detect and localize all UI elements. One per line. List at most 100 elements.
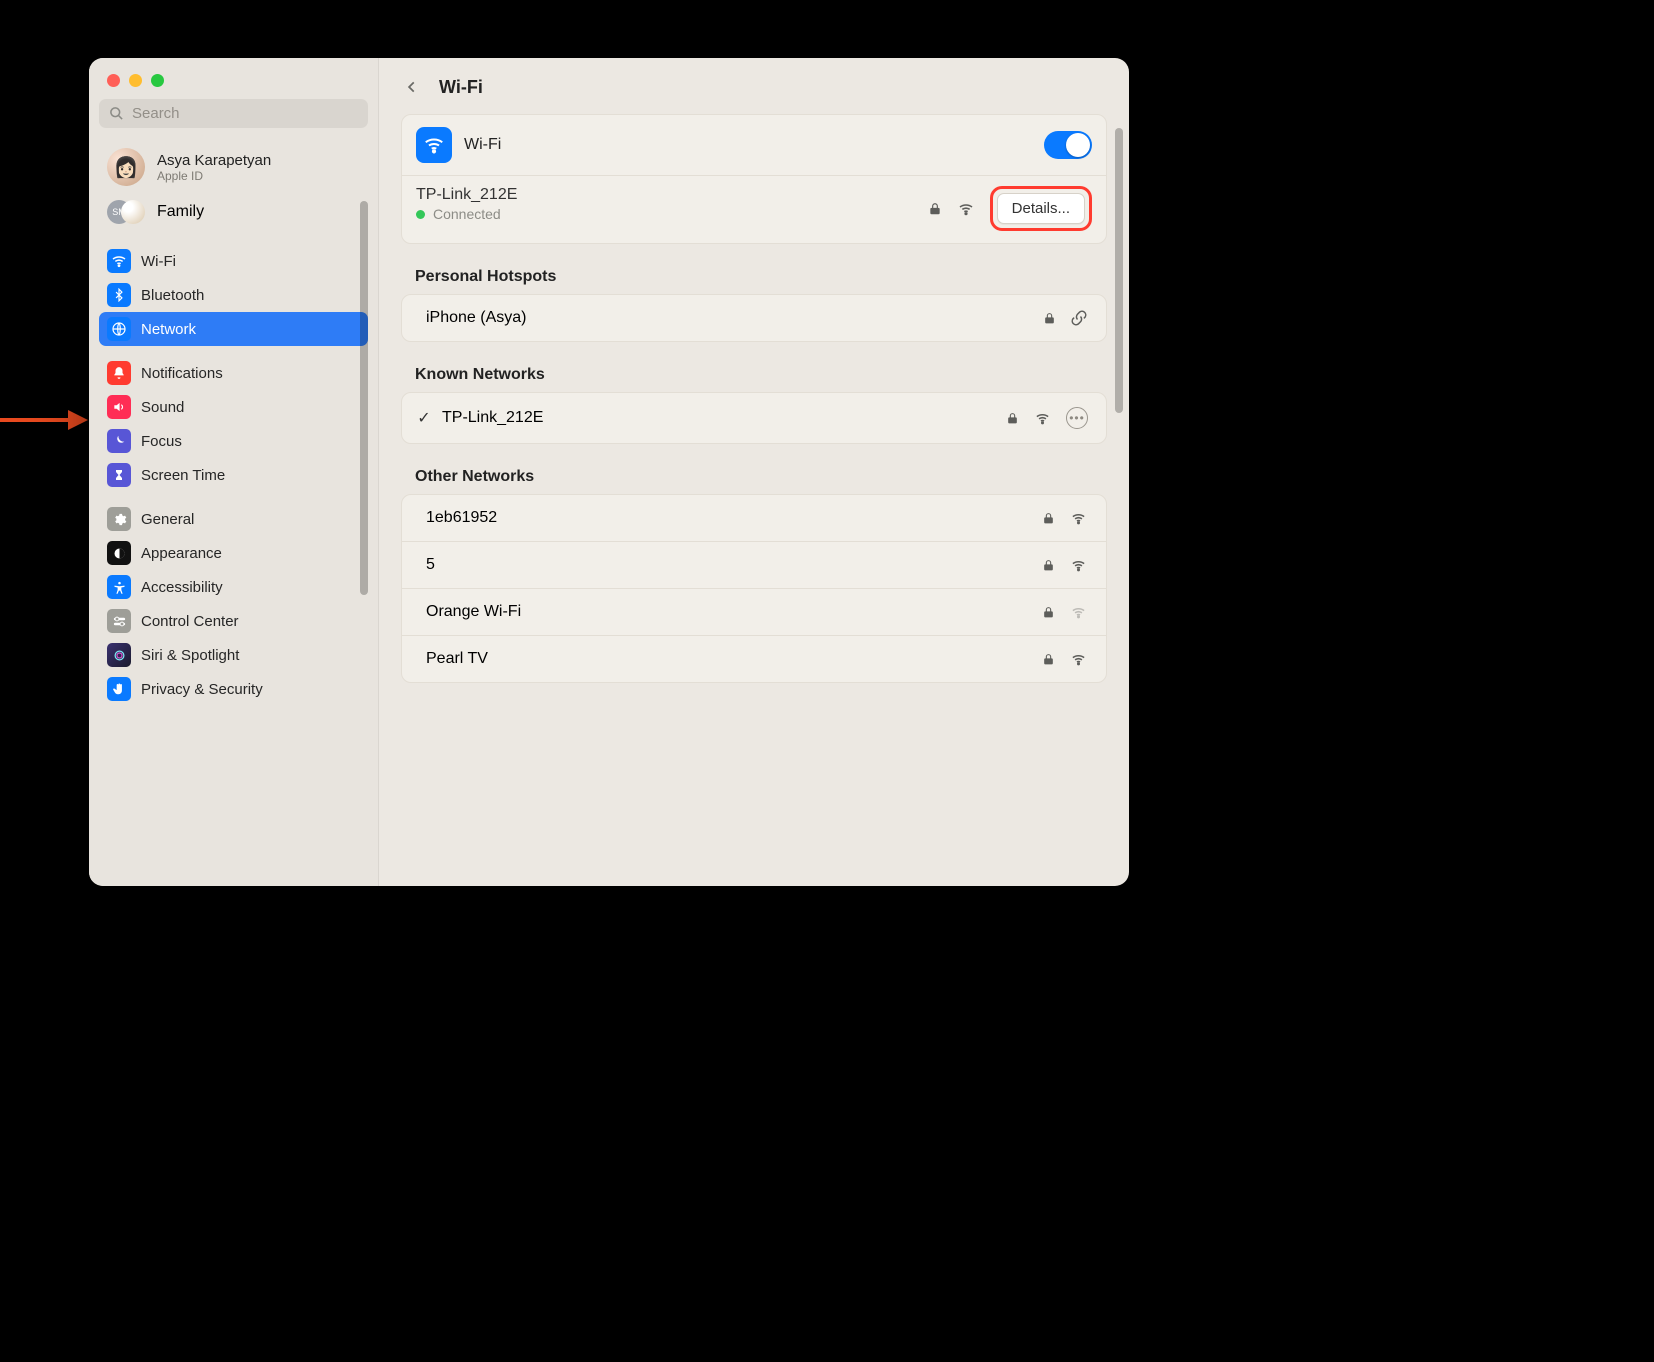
- known-network-row[interactable]: ✓ TP-Link_212E •••: [402, 393, 1106, 443]
- speaker-icon: [107, 395, 131, 419]
- signal-icon: [1069, 652, 1088, 667]
- siri-icon: [107, 643, 131, 667]
- avatar: 👩🏻: [107, 148, 145, 186]
- profile-sub: Apple ID: [157, 169, 271, 183]
- other-network-row[interactable]: Orange Wi-Fi: [402, 588, 1106, 635]
- bell-icon: [107, 361, 131, 385]
- sidebar-item-network[interactable]: Network: [99, 312, 368, 346]
- sidebar-item-focus[interactable]: Focus: [99, 424, 368, 458]
- search-field[interactable]: [99, 99, 368, 128]
- lock-icon: [1006, 411, 1019, 426]
- sidebar-item-wifi[interactable]: Wi-Fi: [99, 244, 368, 278]
- other-panel: 1eb61952 5 Orange Wi-Fi: [401, 494, 1107, 683]
- sidebar-item-bluetooth[interactable]: Bluetooth: [99, 278, 368, 312]
- signal-icon: [1069, 558, 1088, 573]
- minimize-window-button[interactable]: [129, 74, 142, 87]
- sidebar-item-label: Sound: [141, 399, 184, 416]
- signal-icon: [1033, 411, 1052, 426]
- sidebar-item-accessibility[interactable]: Accessibility: [99, 570, 368, 604]
- sidebar-item-label: Screen Time: [141, 467, 225, 484]
- gear-icon: [107, 507, 131, 531]
- section-title-other: Other Networks: [415, 468, 1107, 486]
- main-content: Wi-Fi Wi-Fi TP-Link_212E Co: [379, 58, 1129, 886]
- wifi-label: Wi-Fi: [464, 136, 501, 154]
- lock-icon: [1042, 558, 1055, 573]
- lock-icon: [1042, 511, 1055, 526]
- hotspot-row[interactable]: iPhone (Asya): [402, 295, 1106, 341]
- content-scrollbar[interactable]: [1115, 128, 1123, 413]
- globe-icon: [107, 317, 131, 341]
- section-title-known: Known Networks: [415, 366, 1107, 384]
- page-title: Wi-Fi: [439, 77, 483, 98]
- moon-icon: [107, 429, 131, 453]
- sliders-icon: [107, 609, 131, 633]
- details-button[interactable]: Details...: [997, 193, 1085, 224]
- sidebar-item-appearance[interactable]: Appearance: [99, 536, 368, 570]
- sidebar-item-label: Wi-Fi: [141, 253, 176, 270]
- wifi-icon: [107, 249, 131, 273]
- family-row[interactable]: SM Family: [99, 194, 368, 234]
- accessibility-icon: [107, 575, 131, 599]
- sidebar: 👩🏻 Asya Karapetyan Apple ID SM Family W: [89, 58, 379, 886]
- sidebar-item-label: Bluetooth: [141, 287, 204, 304]
- signal-icon: [1069, 605, 1088, 620]
- more-options-button[interactable]: •••: [1066, 407, 1088, 429]
- settings-window: 👩🏻 Asya Karapetyan Apple ID SM Family W: [89, 58, 1129, 886]
- sidebar-item-label: Siri & Spotlight: [141, 647, 239, 664]
- network-name: 1eb61952: [426, 509, 497, 527]
- sidebar-item-label: Accessibility: [141, 579, 223, 596]
- sidebar-item-label: Notifications: [141, 365, 223, 382]
- family-avatar-photo: [121, 200, 145, 224]
- hand-icon: [107, 677, 131, 701]
- sidebar-item-control-center[interactable]: Control Center: [99, 604, 368, 638]
- sidebar-item-screen-time[interactable]: Screen Time: [99, 458, 368, 492]
- other-network-row[interactable]: Pearl TV: [402, 635, 1106, 682]
- connected-status: Connected: [416, 206, 517, 222]
- sidebar-item-label: Privacy & Security: [141, 681, 263, 698]
- wifi-panel: Wi-Fi TP-Link_212E Connected: [401, 114, 1107, 244]
- bluetooth-icon: [107, 283, 131, 307]
- sidebar-item-siri-spotlight[interactable]: Siri & Spotlight: [99, 638, 368, 672]
- window-controls: [89, 58, 378, 99]
- lock-icon: [1042, 605, 1055, 620]
- sidebar-list: 👩🏻 Asya Karapetyan Apple ID SM Family W: [89, 136, 378, 716]
- network-name: 5: [426, 556, 435, 574]
- annotation-arrow: [0, 412, 88, 428]
- details-highlight: Details...: [990, 186, 1092, 231]
- signal-icon: [956, 201, 976, 217]
- other-network-row[interactable]: 1eb61952: [402, 495, 1106, 541]
- search-input[interactable]: [132, 105, 358, 122]
- network-name: iPhone (Asya): [426, 309, 527, 327]
- sidebar-item-label: Network: [141, 321, 196, 338]
- network-name: Pearl TV: [426, 650, 488, 668]
- profile-name: Asya Karapetyan: [157, 152, 271, 169]
- lock-icon: [1043, 311, 1056, 326]
- sidebar-item-privacy-security[interactable]: Privacy & Security: [99, 672, 368, 706]
- sidebar-item-general[interactable]: General: [99, 502, 368, 536]
- connected-network-row[interactable]: TP-Link_212E Connected: [402, 175, 1106, 243]
- sidebar-item-sound[interactable]: Sound: [99, 390, 368, 424]
- hotspots-panel: iPhone (Asya): [401, 294, 1107, 342]
- lock-icon: [928, 201, 942, 217]
- family-label: Family: [157, 203, 204, 221]
- zoom-window-button[interactable]: [151, 74, 164, 87]
- sidebar-item-notifications[interactable]: Notifications: [99, 356, 368, 390]
- hotspot-link-icon: [1070, 309, 1088, 327]
- check-icon: ✓: [416, 408, 432, 428]
- search-icon: [109, 106, 124, 121]
- hourglass-icon: [107, 463, 131, 487]
- signal-icon: [1069, 511, 1088, 526]
- network-name: Orange Wi-Fi: [426, 603, 521, 621]
- sidebar-item-label: Focus: [141, 433, 182, 450]
- connected-ssid: TP-Link_212E: [416, 186, 517, 204]
- status-dot-icon: [416, 210, 425, 219]
- sidebar-item-label: Appearance: [141, 545, 222, 562]
- back-button[interactable]: [397, 72, 427, 102]
- other-network-row[interactable]: 5: [402, 541, 1106, 588]
- network-name: TP-Link_212E: [442, 409, 543, 427]
- apple-id-row[interactable]: 👩🏻 Asya Karapetyan Apple ID: [99, 140, 368, 194]
- sidebar-item-label: General: [141, 511, 194, 528]
- wifi-toggle[interactable]: [1044, 131, 1092, 159]
- close-window-button[interactable]: [107, 74, 120, 87]
- sidebar-scrollbar[interactable]: [360, 201, 368, 595]
